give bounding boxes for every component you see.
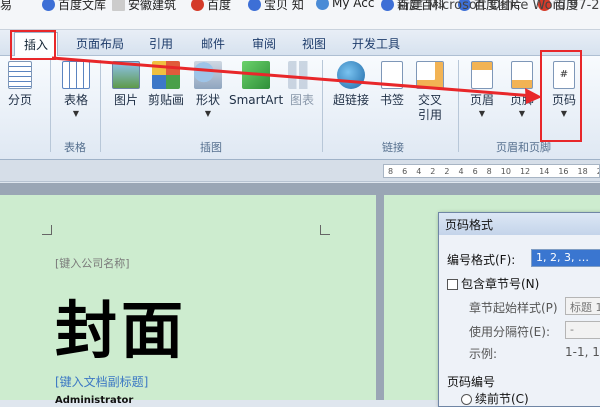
arrow-head <box>525 88 542 104</box>
annotation-arrow <box>51 56 542 104</box>
arrow-line <box>51 56 535 98</box>
